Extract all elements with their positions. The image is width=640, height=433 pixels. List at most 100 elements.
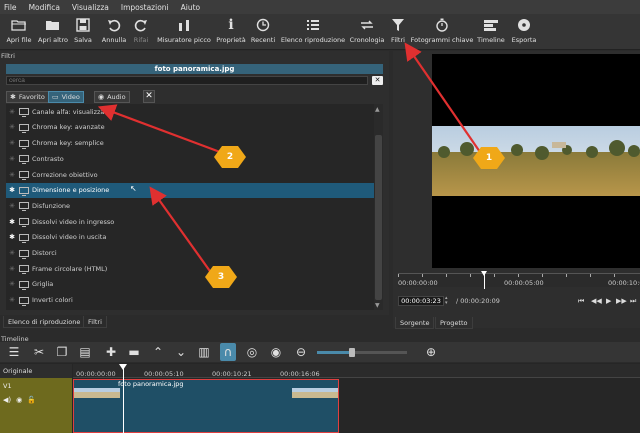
filter-list-item[interactable]: ✳ Inverti colori: [6, 292, 374, 308]
redo-button[interactable]: Rifai: [131, 14, 151, 50]
player-ruler[interactable]: 00:00:00:00 00:00:05:00 00:00:10:00: [398, 273, 640, 287]
tab-filters[interactable]: Filtri: [83, 316, 107, 328]
favorite-star-icon[interactable]: ✱: [7, 233, 17, 241]
play-icon[interactable]: ▶: [606, 297, 611, 305]
menu-file[interactable]: File: [4, 3, 17, 12]
tab-project[interactable]: Progetto: [435, 317, 473, 329]
copy-icon[interactable]: ❐: [54, 343, 70, 361]
monitor-icon: [19, 280, 29, 290]
favorite-star-icon[interactable]: ✳: [7, 123, 17, 131]
rewind-icon[interactable]: ◀◀: [591, 297, 602, 305]
timeline-playhead-marker[interactable]: [119, 364, 127, 370]
zoom-in-icon[interactable]: ⊕: [423, 343, 439, 361]
filter-list-item[interactable]: ✳ Chroma key: semplice: [6, 135, 374, 151]
close-filter-button[interactable]: ✕: [143, 90, 155, 103]
fast-forward-icon[interactable]: ▶▶: [616, 297, 627, 305]
favorite-star-icon[interactable]: ✳: [7, 108, 17, 116]
lock-icon[interactable]: 🔓: [27, 396, 36, 404]
menu-edit[interactable]: Modifica: [29, 3, 60, 12]
filter-list-item[interactable]: ✳ Contrasto: [6, 151, 374, 167]
filters-button[interactable]: Filtri: [389, 14, 407, 50]
keyframes-button[interactable]: Fotogrammi chiave: [411, 14, 473, 50]
playlist-button[interactable]: Elenco riproduzione: [281, 14, 345, 50]
favorite-star-icon[interactable]: ✳: [7, 139, 17, 147]
scrollbar-thumb[interactable]: [375, 135, 382, 300]
tab-source[interactable]: Sorgente: [395, 317, 435, 329]
filter-label: Inverti colori: [32, 296, 73, 305]
filter-label: Canale alfa: visualizza: [32, 107, 105, 116]
favorite-star-icon[interactable]: ✳: [7, 155, 17, 163]
favorite-star-icon[interactable]: ✳: [7, 249, 17, 257]
overwrite-icon[interactable]: ⌄: [173, 343, 189, 361]
scroll-down-icon[interactable]: ▼: [375, 302, 380, 309]
menu-view[interactable]: Visualizza: [72, 3, 109, 12]
scrub-icon[interactable]: ◎: [244, 343, 260, 361]
favorite-star-icon[interactable]: ✳: [7, 202, 17, 210]
scroll-up-icon[interactable]: ▲: [375, 106, 380, 113]
paste-icon[interactable]: ▤: [77, 343, 93, 361]
open-file-button[interactable]: Apri file: [3, 14, 35, 50]
filter-list-item[interactable]: ✱ Dimensione e posizione: [6, 182, 374, 198]
filter-list-item[interactable]: ✱ Dissolvi video in uscita: [6, 230, 374, 246]
zoom-out-icon[interactable]: ⊖: [293, 343, 309, 361]
recent-button[interactable]: Recenti: [250, 14, 276, 50]
open-other-button[interactable]: Apri altro: [36, 14, 70, 50]
filter-list-item[interactable]: ✳ Frame circolare (HTML): [6, 261, 374, 277]
favorite-star-icon[interactable]: ✱: [7, 186, 17, 194]
timeline-clip[interactable]: [73, 379, 339, 433]
peak-meter-button[interactable]: Misuratore picco: [157, 14, 211, 50]
filter-list-item[interactable]: ✳ Disfunzione: [6, 198, 374, 214]
tab-favorite[interactable]: ✱ Favorito: [6, 91, 49, 103]
filter-list-item[interactable]: ✳ Chroma key: avanzate: [6, 120, 374, 136]
speaker-icon: ◉: [98, 93, 105, 101]
eye-icon[interactable]: ◉: [16, 396, 22, 404]
lift-icon[interactable]: ⌃: [150, 343, 166, 361]
filter-search-input[interactable]: [6, 76, 368, 85]
filter-list-item[interactable]: ✳ Griglia: [6, 277, 374, 293]
cut-icon[interactable]: ✂: [31, 343, 47, 361]
filters-panel-title: Filtri: [1, 52, 15, 60]
save-button[interactable]: Salva: [72, 14, 94, 50]
ruler-label: 00:00:05:00: [504, 279, 544, 287]
filter-list-item[interactable]: ✳ Distorci: [6, 245, 374, 261]
snap-icon[interactable]: ∩: [220, 343, 236, 361]
filter-list-item[interactable]: ✳ Canale alfa: visualizza: [6, 104, 374, 120]
zoom-slider-handle[interactable]: [349, 348, 355, 357]
menu-settings[interactable]: Impostazioni: [121, 3, 169, 12]
timeline-button[interactable]: Timeline: [477, 14, 505, 50]
menu-help[interactable]: Aiuto: [181, 3, 201, 12]
mute-icon[interactable]: ◀): [3, 396, 11, 404]
track-v1-label: V1: [3, 382, 12, 390]
monitor-icon: [19, 155, 29, 165]
folder-icon: [45, 17, 61, 33]
skip-end-icon[interactable]: ⏭: [630, 297, 636, 306]
split-icon[interactable]: ▥: [196, 343, 212, 361]
star-icon: ✱: [10, 93, 16, 101]
ripple-icon[interactable]: ◉: [268, 343, 284, 361]
timecode-spinner-icon[interactable]: ▴ ▾: [445, 296, 448, 306]
filter-label: Correzione obiettivo: [32, 170, 98, 179]
clip-thumbnails: [74, 388, 338, 398]
favorite-star-icon[interactable]: ✳: [7, 265, 17, 273]
current-timecode[interactable]: 00:00:03:23: [398, 296, 444, 306]
append-icon[interactable]: ✚: [103, 343, 119, 361]
favorite-star-icon[interactable]: ✳: [7, 296, 17, 304]
export-button[interactable]: Esporta: [511, 14, 537, 50]
tab-audio[interactable]: ◉ Audio: [94, 91, 130, 103]
monitor-icon: [19, 249, 29, 259]
filter-list-item[interactable]: ✳ Correzione obiettivo: [6, 167, 374, 183]
clear-search-icon[interactable]: ✕: [372, 76, 383, 85]
skip-start-icon[interactable]: ⏮: [578, 297, 584, 306]
menu-icon[interactable]: ☰: [6, 343, 22, 361]
remove-icon[interactable]: ▬: [126, 343, 142, 361]
undo-button[interactable]: Annulla: [101, 14, 127, 50]
timeline-playhead[interactable]: [123, 364, 124, 433]
tab-playlist[interactable]: Elenco di riproduzione: [3, 316, 86, 328]
properties-button[interactable]: i Proprietà: [216, 14, 246, 50]
favorite-star-icon[interactable]: ✱: [7, 218, 17, 226]
favorite-star-icon[interactable]: ✳: [7, 171, 17, 179]
tab-video[interactable]: ▭ Video: [48, 91, 84, 103]
filter-list-item[interactable]: ✱ Dissolvi video in ingresso: [6, 214, 374, 230]
history-button[interactable]: Cronologia: [349, 14, 385, 50]
favorite-star-icon[interactable]: ✳: [7, 280, 17, 288]
